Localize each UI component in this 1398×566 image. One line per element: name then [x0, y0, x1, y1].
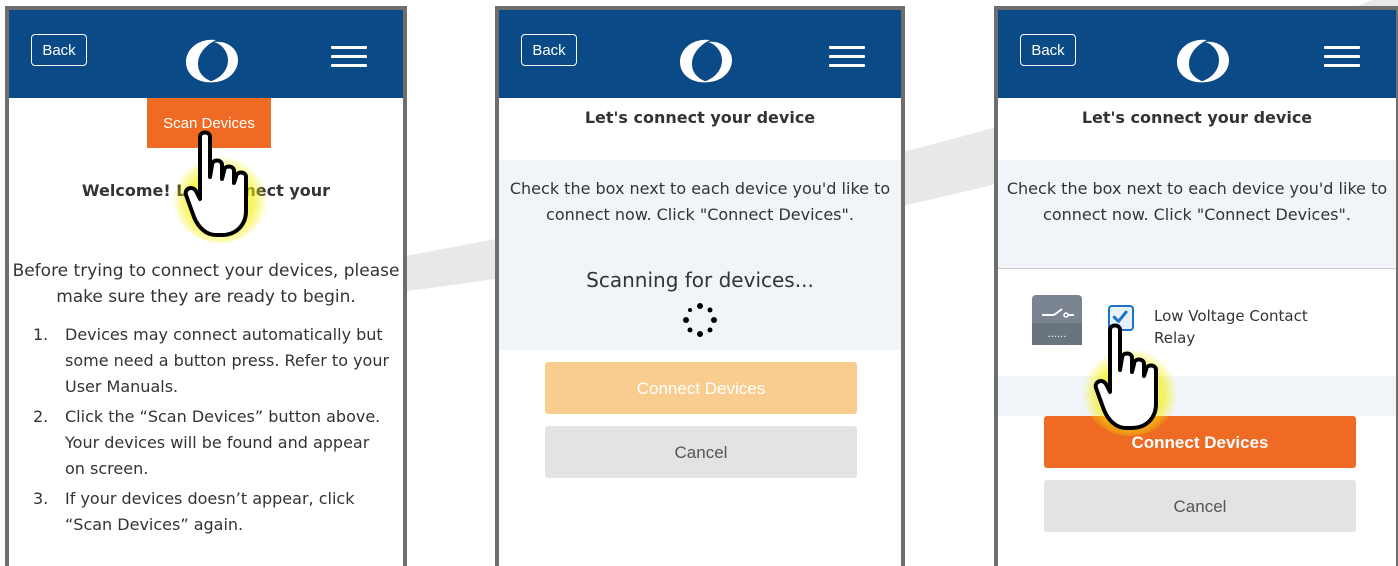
phone-screen-select-device: Back Let's connect your device Check the… — [994, 6, 1398, 566]
back-button[interactable]: Back — [1020, 34, 1076, 66]
scanning-status: Scanning for devices... — [586, 268, 814, 292]
loading-spinner-icon — [683, 303, 717, 337]
connect-devices-button[interactable]: Connect Devices — [545, 362, 857, 414]
brand-swirl-logo-icon — [680, 39, 732, 83]
intro-text: Before trying to connect your devices, p… — [12, 261, 400, 307]
app-header: Back — [998, 10, 1396, 98]
list-item: 1. Devices may connect automatically but … — [33, 325, 390, 396]
instructions-text: Check the box next to each device you'd … — [1006, 179, 1388, 224]
back-button[interactable]: Back — [521, 34, 577, 66]
app-header: Back — [9, 10, 403, 98]
phone-screen-scanning: Back Let's connect your device Check the… — [495, 6, 905, 566]
brand-swirl-logo-icon — [1177, 39, 1229, 83]
device-label: Low Voltage Contact Relay — [1154, 307, 1308, 347]
list-item: 3. If your devices doesn’t appear, click … — [33, 489, 355, 534]
svg-text:......: ...... — [1047, 329, 1066, 340]
cancel-button[interactable]: Cancel — [1044, 480, 1356, 532]
device-list-item[interactable]: ...... Low Voltage Contact Relay — [998, 268, 1396, 378]
list-footer — [998, 376, 1396, 416]
hamburger-menu-icon[interactable] — [331, 46, 367, 68]
instructions-text: Check the box next to each device you'd … — [509, 179, 891, 224]
list-item: 2. Click the “Scan Devices” button above.… — [33, 407, 381, 478]
hamburger-menu-icon[interactable] — [1324, 46, 1360, 68]
hamburger-menu-icon[interactable] — [829, 46, 865, 68]
instruction-steps: 1. Devices may connect automatically but … — [33, 322, 393, 542]
phone-screen-welcome: Back Scan Devices Welcome! Lnect your d … — [5, 6, 407, 566]
cancel-button[interactable]: Cancel — [545, 426, 857, 478]
back-button[interactable]: Back — [31, 34, 87, 66]
hand-pointer-icon — [172, 130, 268, 243]
hand-pointer-icon — [1082, 323, 1178, 436]
page-title: Let's connect your device — [1081, 108, 1313, 127]
app-header: Back — [499, 10, 901, 98]
relay-switch-icon: ...... — [1032, 295, 1082, 345]
page-title: Let's connect your device — [584, 108, 816, 127]
brand-swirl-logo-icon — [186, 39, 238, 83]
